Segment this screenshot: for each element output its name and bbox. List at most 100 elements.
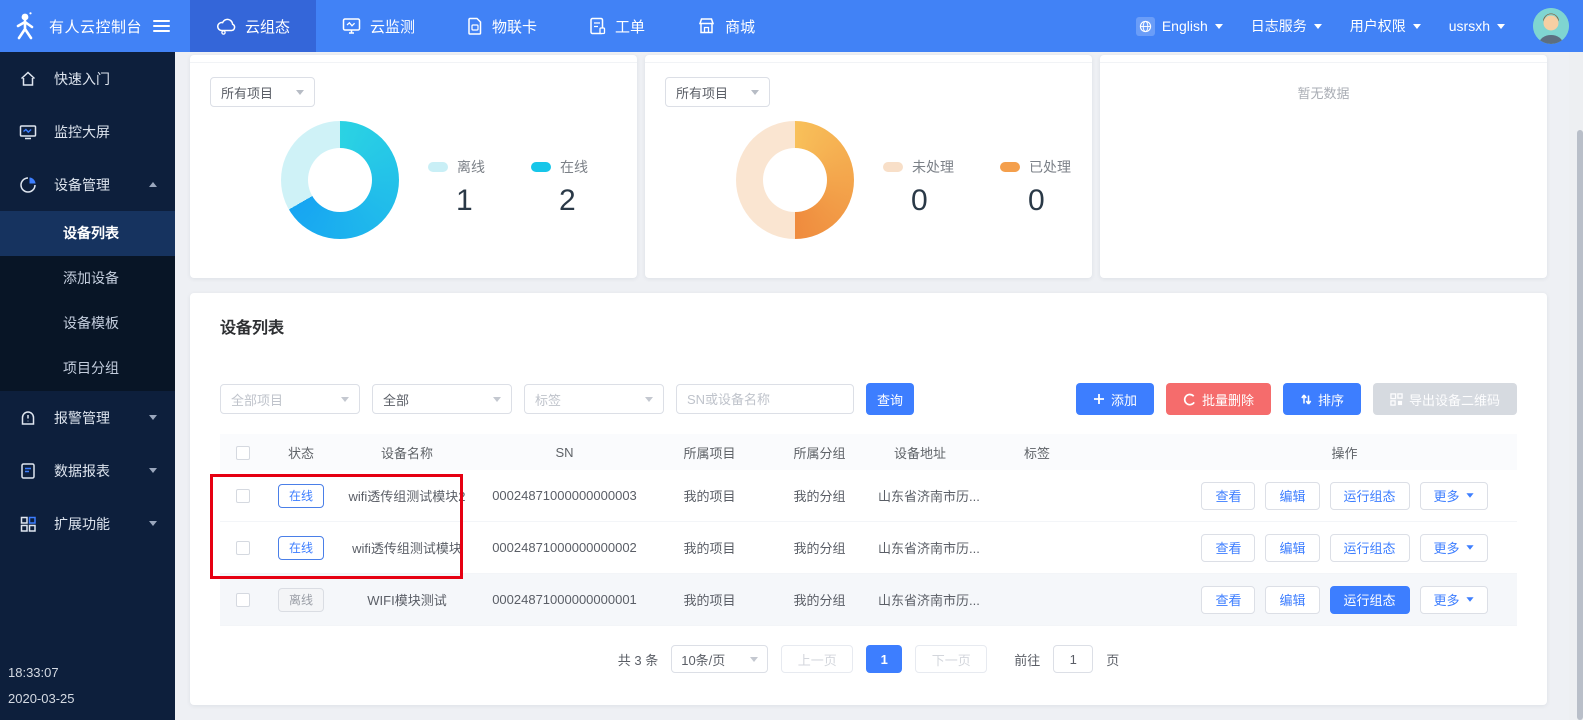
row-checkbox[interactable] bbox=[236, 541, 250, 555]
table-header: 状态 设备名称 SN 所属项目 所属分组 设备地址 标签 操作 bbox=[220, 434, 1517, 470]
col-project: 所属项目 bbox=[652, 443, 767, 462]
view-button[interactable]: 查看 bbox=[1201, 586, 1255, 614]
sidebar-item-device-management[interactable]: 设备管理 bbox=[0, 158, 175, 211]
select-value: 全部 bbox=[383, 390, 409, 409]
menu-user-permissions[interactable]: 用户权限 bbox=[1350, 16, 1421, 36]
filter-project-select[interactable]: 全部项目 bbox=[220, 384, 360, 414]
avatar[interactable] bbox=[1533, 8, 1569, 44]
chevron-down-icon bbox=[149, 468, 157, 473]
sidebar-subitem-add-device[interactable]: 添加设备 bbox=[0, 256, 175, 301]
chevron-down-icon bbox=[149, 415, 157, 420]
user-menu[interactable]: usrsxh bbox=[1449, 18, 1505, 34]
sidebar-subitem-project-group[interactable]: 项目分组 bbox=[0, 346, 175, 391]
more-button[interactable]: 更多 bbox=[1420, 482, 1488, 510]
legend-item-offline: 离线 1 bbox=[428, 157, 485, 218]
select-all-checkbox[interactable] bbox=[236, 446, 250, 460]
nav-tab-label: 云监测 bbox=[370, 16, 415, 37]
menu-log-service[interactable]: 日志服务 bbox=[1251, 16, 1322, 36]
chevron-down-icon bbox=[750, 657, 758, 662]
edit-button[interactable]: 编辑 bbox=[1265, 534, 1319, 562]
nav-tab-iot-card[interactable]: 物联卡 bbox=[441, 0, 563, 52]
device-status-project-select[interactable]: 所有项目 bbox=[210, 77, 315, 107]
plus-icon bbox=[1093, 393, 1105, 405]
nav-tab-cloud-scada[interactable]: 云组态 bbox=[190, 0, 316, 52]
sidebar-item-label: 数据报表 bbox=[54, 461, 110, 481]
filter-tag-select[interactable]: 标签 bbox=[524, 384, 664, 414]
sort-button[interactable]: 排序 bbox=[1283, 383, 1361, 415]
language-switcher[interactable]: English bbox=[1136, 17, 1223, 36]
run-config-button[interactable]: 运行组态 bbox=[1330, 586, 1410, 614]
page-number-button[interactable]: 1 bbox=[866, 645, 902, 673]
device-sn: 00024871000000000003 bbox=[477, 488, 652, 503]
query-button[interactable]: 查询 bbox=[866, 383, 914, 415]
col-sn: SN bbox=[477, 445, 652, 460]
col-status: 状态 bbox=[265, 443, 337, 462]
card-divider bbox=[190, 62, 637, 63]
row-checkbox[interactable] bbox=[236, 489, 250, 503]
table-body: 在线 wifi透传组测试模块2 00024871000000000003 我的项… bbox=[220, 470, 1517, 626]
device-group: 我的分组 bbox=[767, 486, 872, 505]
prev-page-button[interactable]: 上一页 bbox=[781, 645, 853, 673]
more-button[interactable]: 更多 bbox=[1420, 586, 1488, 614]
sort-arrows-icon bbox=[1300, 393, 1312, 406]
legend-label: 未处理 bbox=[912, 157, 954, 177]
more-button[interactable]: 更多 bbox=[1420, 534, 1488, 562]
clock-time: 18:33:07 bbox=[8, 660, 75, 686]
button-label: 添加 bbox=[1111, 390, 1137, 409]
goto-page-input[interactable] bbox=[1053, 645, 1093, 673]
button-label: 排序 bbox=[1318, 390, 1344, 409]
add-device-button[interactable]: 添加 bbox=[1076, 383, 1154, 415]
device-status-donut-chart bbox=[281, 121, 399, 239]
sidebar-item-data-report[interactable]: 数据报表 bbox=[0, 444, 175, 497]
alarm-status-project-select[interactable]: 所有项目 bbox=[665, 77, 770, 107]
nav-tab-label: 物联卡 bbox=[492, 16, 537, 37]
nav-tab-mall[interactable]: 商城 bbox=[671, 0, 781, 52]
filter-status-select[interactable]: 全部 bbox=[372, 384, 512, 414]
search-input[interactable] bbox=[676, 384, 854, 414]
col-operation: 操作 bbox=[1172, 443, 1517, 462]
sidebar-item-extensions[interactable]: 扩展功能 bbox=[0, 497, 175, 550]
edit-button[interactable]: 编辑 bbox=[1265, 586, 1319, 614]
device-project: 我的项目 bbox=[652, 590, 767, 609]
table-row: 在线 wifi透传组测试模块2 00024871000000000003 我的项… bbox=[220, 470, 1517, 522]
device-sn: 00024871000000000001 bbox=[477, 592, 652, 607]
chevron-down-icon bbox=[751, 90, 759, 95]
legend-item-unprocessed: 未处理 0 bbox=[883, 157, 954, 218]
nav-tab-cloud-monitor[interactable]: 云监测 bbox=[316, 0, 441, 52]
sidebar-item-monitor-screen[interactable]: 监控大屏 bbox=[0, 105, 175, 158]
sidebar-item-alarm-management[interactable]: 报警管理 bbox=[0, 391, 175, 444]
edit-button[interactable]: 编辑 bbox=[1265, 482, 1319, 510]
row-checkbox[interactable] bbox=[236, 593, 250, 607]
button-label: 更多 bbox=[1434, 538, 1460, 557]
view-button[interactable]: 查看 bbox=[1201, 482, 1255, 510]
chevron-down-icon bbox=[493, 397, 501, 402]
device-status-card: 所有项目 离线 1 在线 bbox=[190, 55, 637, 278]
device-status-legend: 离线 1 在线 2 bbox=[428, 157, 588, 218]
nav-tab-label: 工单 bbox=[615, 16, 645, 37]
card-divider bbox=[1100, 62, 1547, 63]
device-list-card: 设备列表 全部项目 全部 标签 查询 添加 bbox=[190, 293, 1547, 705]
nav-tab-work-order[interactable]: 工单 bbox=[563, 0, 671, 52]
run-config-button[interactable]: 运行组态 bbox=[1330, 482, 1410, 510]
sidebar-item-quick-start[interactable]: 快速入门 bbox=[0, 52, 175, 105]
monitor-pulse-icon bbox=[342, 17, 361, 35]
pagination: 共 3 条 10条/页 上一页 1 下一页 前往 页 bbox=[220, 645, 1517, 673]
sidebar-subitem-device-list[interactable]: 设备列表 bbox=[0, 211, 175, 256]
batch-delete-button[interactable]: 批量删除 bbox=[1166, 383, 1271, 415]
page-size-select[interactable]: 10条/页 bbox=[671, 645, 768, 673]
chevron-down-icon bbox=[1466, 545, 1473, 550]
device-project: 我的项目 bbox=[652, 538, 767, 557]
chevron-down-icon bbox=[1215, 24, 1223, 29]
run-config-button[interactable]: 运行组态 bbox=[1330, 534, 1410, 562]
scrollbar-thumb[interactable] bbox=[1577, 130, 1583, 720]
scrollbar-track[interactable] bbox=[1569, 52, 1583, 720]
export-qr-button[interactable]: 导出设备二维码 bbox=[1373, 383, 1517, 415]
menu-collapse-icon[interactable] bbox=[153, 20, 170, 32]
next-page-button[interactable]: 下一页 bbox=[915, 645, 987, 673]
legend-label: 已处理 bbox=[1029, 157, 1071, 177]
view-button[interactable]: 查看 bbox=[1201, 534, 1255, 562]
sidebar-subitem-device-template[interactable]: 设备模板 bbox=[0, 301, 175, 346]
alarm-status-legend: 未处理 0 已处理 0 bbox=[883, 157, 1071, 218]
col-tag: 标签 bbox=[1022, 443, 1172, 462]
table-row: 在线 wifi透传组测试模块 00024871000000000002 我的项目… bbox=[220, 522, 1517, 574]
